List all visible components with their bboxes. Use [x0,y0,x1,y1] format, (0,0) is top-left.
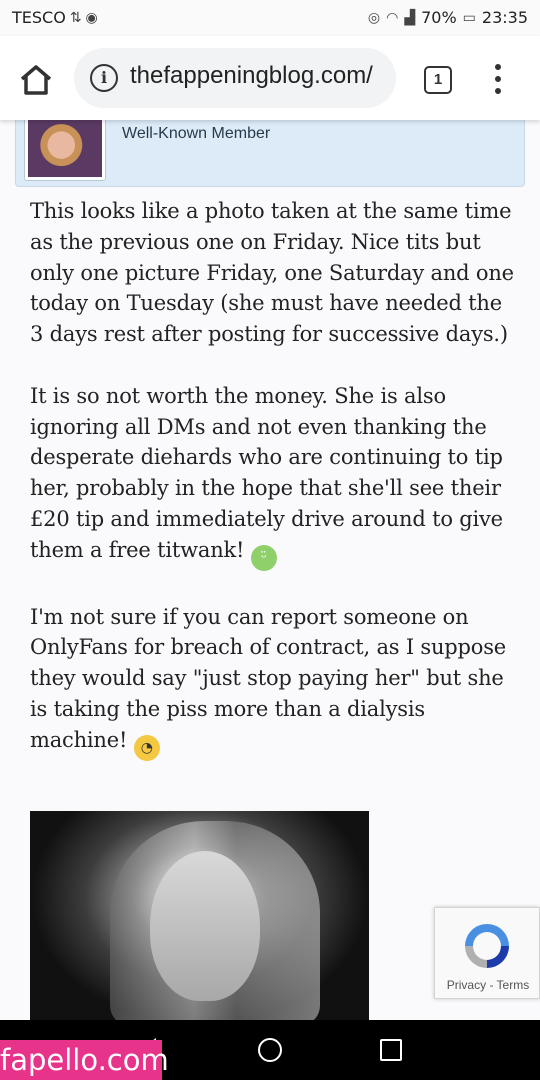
info-icon[interactable]: i [90,64,118,92]
member-title: Well-Known Member [122,125,271,142]
user-avatar[interactable] [28,119,102,177]
home-button[interactable] [16,60,56,100]
user-card: Well-Known Member [15,110,525,187]
status-bar-right: ◎ ◠ ▟ 70% ▭ 23:35 [368,8,528,27]
clock: 23:35 [481,8,528,27]
post-text-1: This looks like a photo taken at the sam… [30,199,514,347]
overflow-menu-icon[interactable] [490,64,506,96]
recaptcha-icon [465,924,509,968]
grinning-face-emoji: ᵕ̈ [250,544,277,571]
avatar-frame[interactable] [24,115,106,181]
tabs-button[interactable]: 1 [424,66,452,94]
wifi-icon: ◠ [386,9,399,26]
post-body: This looks like a photo taken at the sam… [30,196,520,792]
home-icon [20,65,52,95]
eye-icon: ◎ [367,9,381,26]
battery-percent: 70% [421,8,457,27]
signal-icon: ▟ [404,9,416,26]
status-bar-left: TESCO ⇅ ◉ [12,8,98,27]
android-icon: ◉ [85,9,98,26]
battery-icon: ▭ [462,9,476,26]
dizzy-face-emoji: ◔ [133,734,160,761]
post-photo[interactable] [30,811,369,1026]
recent-apps-icon[interactable] [380,1039,402,1061]
post-text-2: It is so not worth the money. She is als… [30,383,503,562]
address-bar[interactable]: i thefappeningblog.com/ [74,48,396,108]
post-paragraph-3: I'm not sure if you can report someone o… [30,602,520,761]
watermark: fapello.com [0,1040,169,1080]
post-text-3: I'm not sure if you can report someone o… [30,604,507,752]
status-bar: TESCO ⇅ ◉ ◎ ◠ ▟ 70% ▭ 23:35 [0,0,540,36]
home-circle-icon[interactable] [258,1038,282,1062]
recaptcha-badge[interactable]: Privacy - Terms [434,907,540,999]
browser-toolbar: i thefappeningblog.com/ 1 [0,36,540,120]
photo-face [150,851,260,1001]
post-paragraph-1: This looks like a photo taken at the sam… [30,196,520,350]
sync-icon: ⇅ [69,9,82,26]
carrier-label: TESCO [12,8,66,27]
url-text[interactable]: thefappeningblog.com/ [130,62,386,90]
post-paragraph-2: It is so not worth the money. She is als… [30,381,520,571]
recaptcha-links[interactable]: Privacy - Terms [435,978,540,992]
